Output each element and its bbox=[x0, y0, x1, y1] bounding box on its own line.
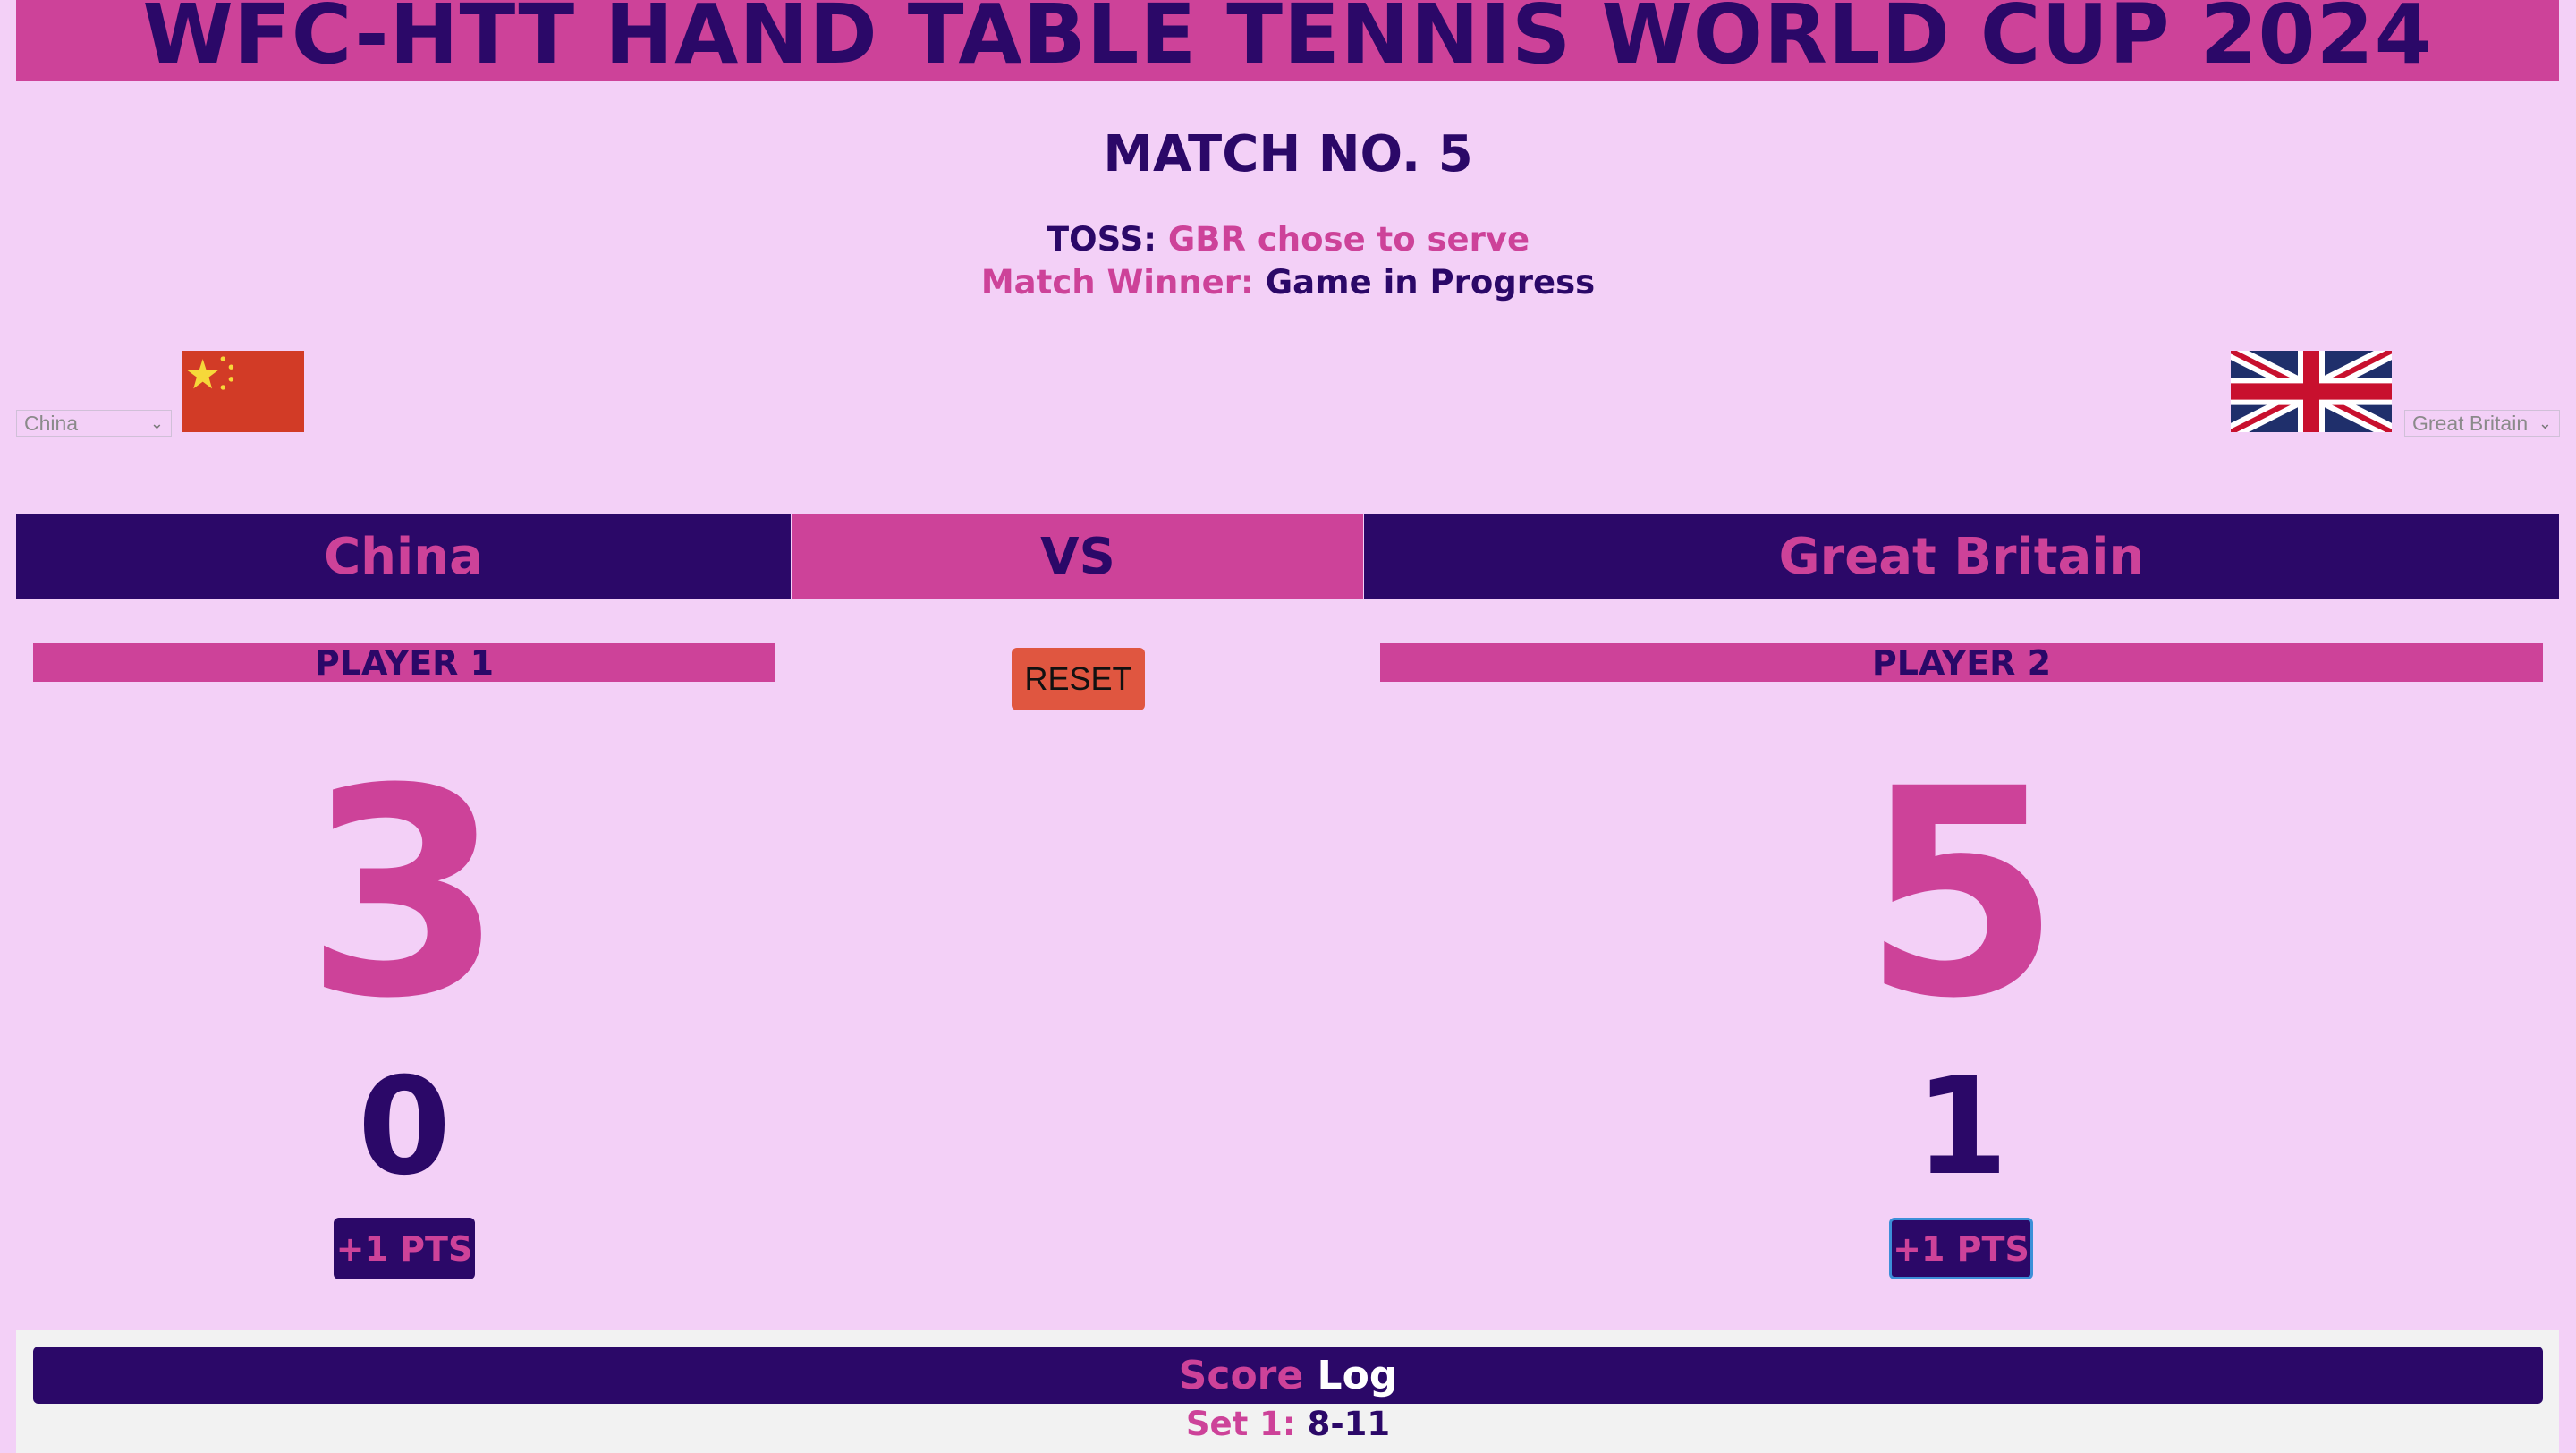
vs-label: VS bbox=[792, 514, 1363, 599]
player-2-sets: 1 bbox=[1914, 1049, 2009, 1205]
match-number: MATCH NO. 5 bbox=[1103, 125, 1473, 183]
winner-value: Game in Progress bbox=[1265, 263, 1596, 302]
team-name-left: China bbox=[16, 514, 791, 599]
log-entry-label: Set 1: bbox=[1185, 1405, 1296, 1443]
toss-label: TOSS: bbox=[1046, 220, 1157, 259]
chevron-down-icon: ⌄ bbox=[2538, 413, 2552, 432]
log-entry-score: 8-11 bbox=[1307, 1405, 1391, 1443]
team-select-left-value: China bbox=[24, 411, 79, 435]
player-2-points: 5 bbox=[1861, 728, 2062, 1061]
title-banner: WFC-HTT HAND TABLE TENNIS WORLD CUP 2024 bbox=[16, 0, 2559, 81]
china-flag-icon bbox=[182, 351, 304, 432]
player-1-add-point-button[interactable]: +1 PTS bbox=[334, 1218, 475, 1279]
player-1-sets: 0 bbox=[357, 1049, 452, 1205]
player-2-add-point-button[interactable]: +1 PTS bbox=[1889, 1218, 2033, 1279]
score-log-entry: Set 1: 8-11 bbox=[0, 1405, 2576, 1443]
player-1-points: 3 bbox=[304, 728, 504, 1061]
score-log-title-part1: Score bbox=[1178, 1352, 1304, 1398]
team-name-right: Great Britain bbox=[1364, 514, 2559, 599]
team-select-right[interactable]: Great Britain ⌄ bbox=[2404, 410, 2560, 437]
team-select-left[interactable]: China ⌄ bbox=[16, 410, 172, 437]
match-winner-info: Match Winner: Game in Progress bbox=[0, 263, 2576, 302]
chevron-down-icon: ⌄ bbox=[149, 413, 164, 432]
score-log-title-part2: Log bbox=[1317, 1352, 1398, 1398]
winner-label: Match Winner: bbox=[980, 263, 1254, 302]
team-select-right-value: Great Britain bbox=[2412, 411, 2529, 435]
reset-button[interactable]: RESET bbox=[1012, 648, 1145, 710]
union-jack-flag-icon bbox=[2231, 351, 2392, 432]
score-log-header: Score Log bbox=[33, 1347, 2543, 1404]
player-2-label: PLAYER 2 bbox=[1380, 643, 2543, 683]
player-1-label: PLAYER 1 bbox=[33, 643, 775, 683]
toss-value: GBR chose to serve bbox=[1167, 220, 1530, 259]
toss-info: TOSS: GBR chose to serve bbox=[0, 220, 2576, 259]
page-title: WFC-HTT HAND TABLE TENNIS WORLD CUP 2024 bbox=[142, 0, 2433, 81]
